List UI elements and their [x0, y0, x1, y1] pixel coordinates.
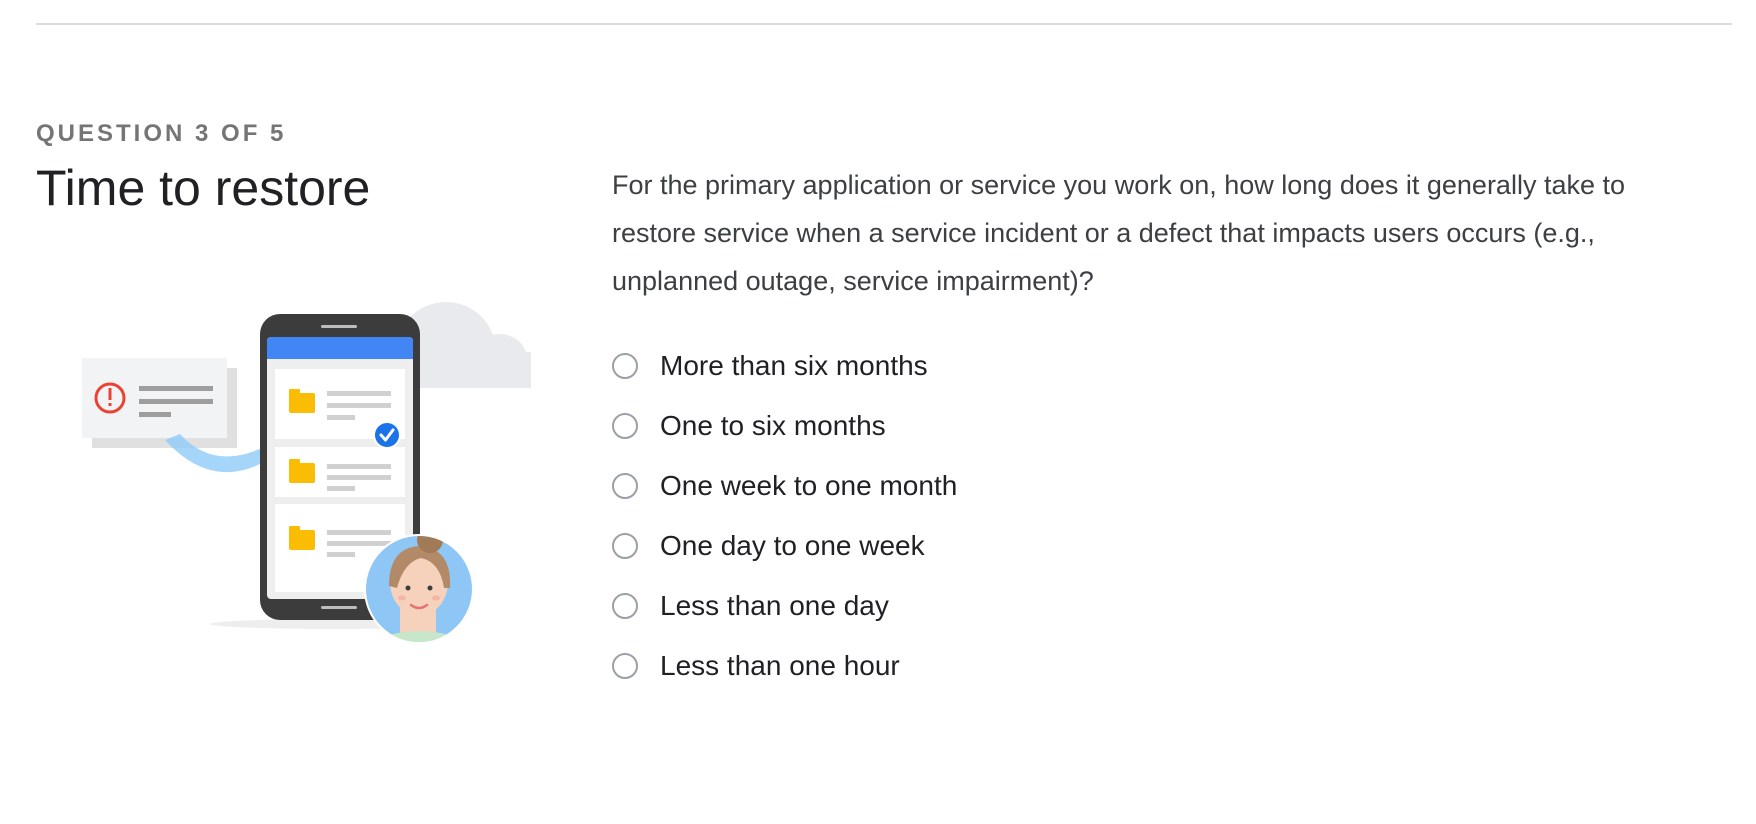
question-text: For the primary application or service y…: [612, 170, 1626, 296]
option-label: One day to one week: [660, 530, 925, 561]
top-divider: [36, 23, 1732, 25]
radio-button[interactable]: [612, 353, 638, 379]
option-more-than-six-months[interactable]: More than six months: [612, 336, 957, 396]
alert-card: [82, 358, 237, 448]
option-one-day-to-one-week[interactable]: One day to one week: [612, 516, 957, 576]
option-one-to-six-months[interactable]: One to six months: [612, 396, 957, 456]
radio-button[interactable]: [612, 473, 638, 499]
option-label: More than six months: [660, 350, 928, 381]
restore-illustration: [80, 302, 535, 660]
option-label: Less than one day: [660, 590, 889, 621]
option-one-week-to-one-month[interactable]: One week to one month: [612, 456, 957, 516]
check-circle-icon: [373, 421, 401, 449]
radio-button[interactable]: [612, 533, 638, 559]
option-label: One week to one month: [660, 470, 958, 501]
radio-button[interactable]: [612, 653, 638, 679]
option-less-than-one-day[interactable]: Less than one day: [612, 576, 957, 636]
option-less-than-one-hour[interactable]: Less than one hour: [612, 636, 957, 696]
option-label: Less than one hour: [660, 650, 900, 681]
answer-options: More than six months One to six months O…: [612, 336, 957, 696]
question-title: Time to restore: [36, 160, 371, 216]
radio-button[interactable]: [612, 593, 638, 619]
option-label: One to six months: [660, 410, 886, 441]
radio-button[interactable]: [612, 413, 638, 439]
question-counter: QUESTION 3 OF 5: [36, 120, 287, 147]
